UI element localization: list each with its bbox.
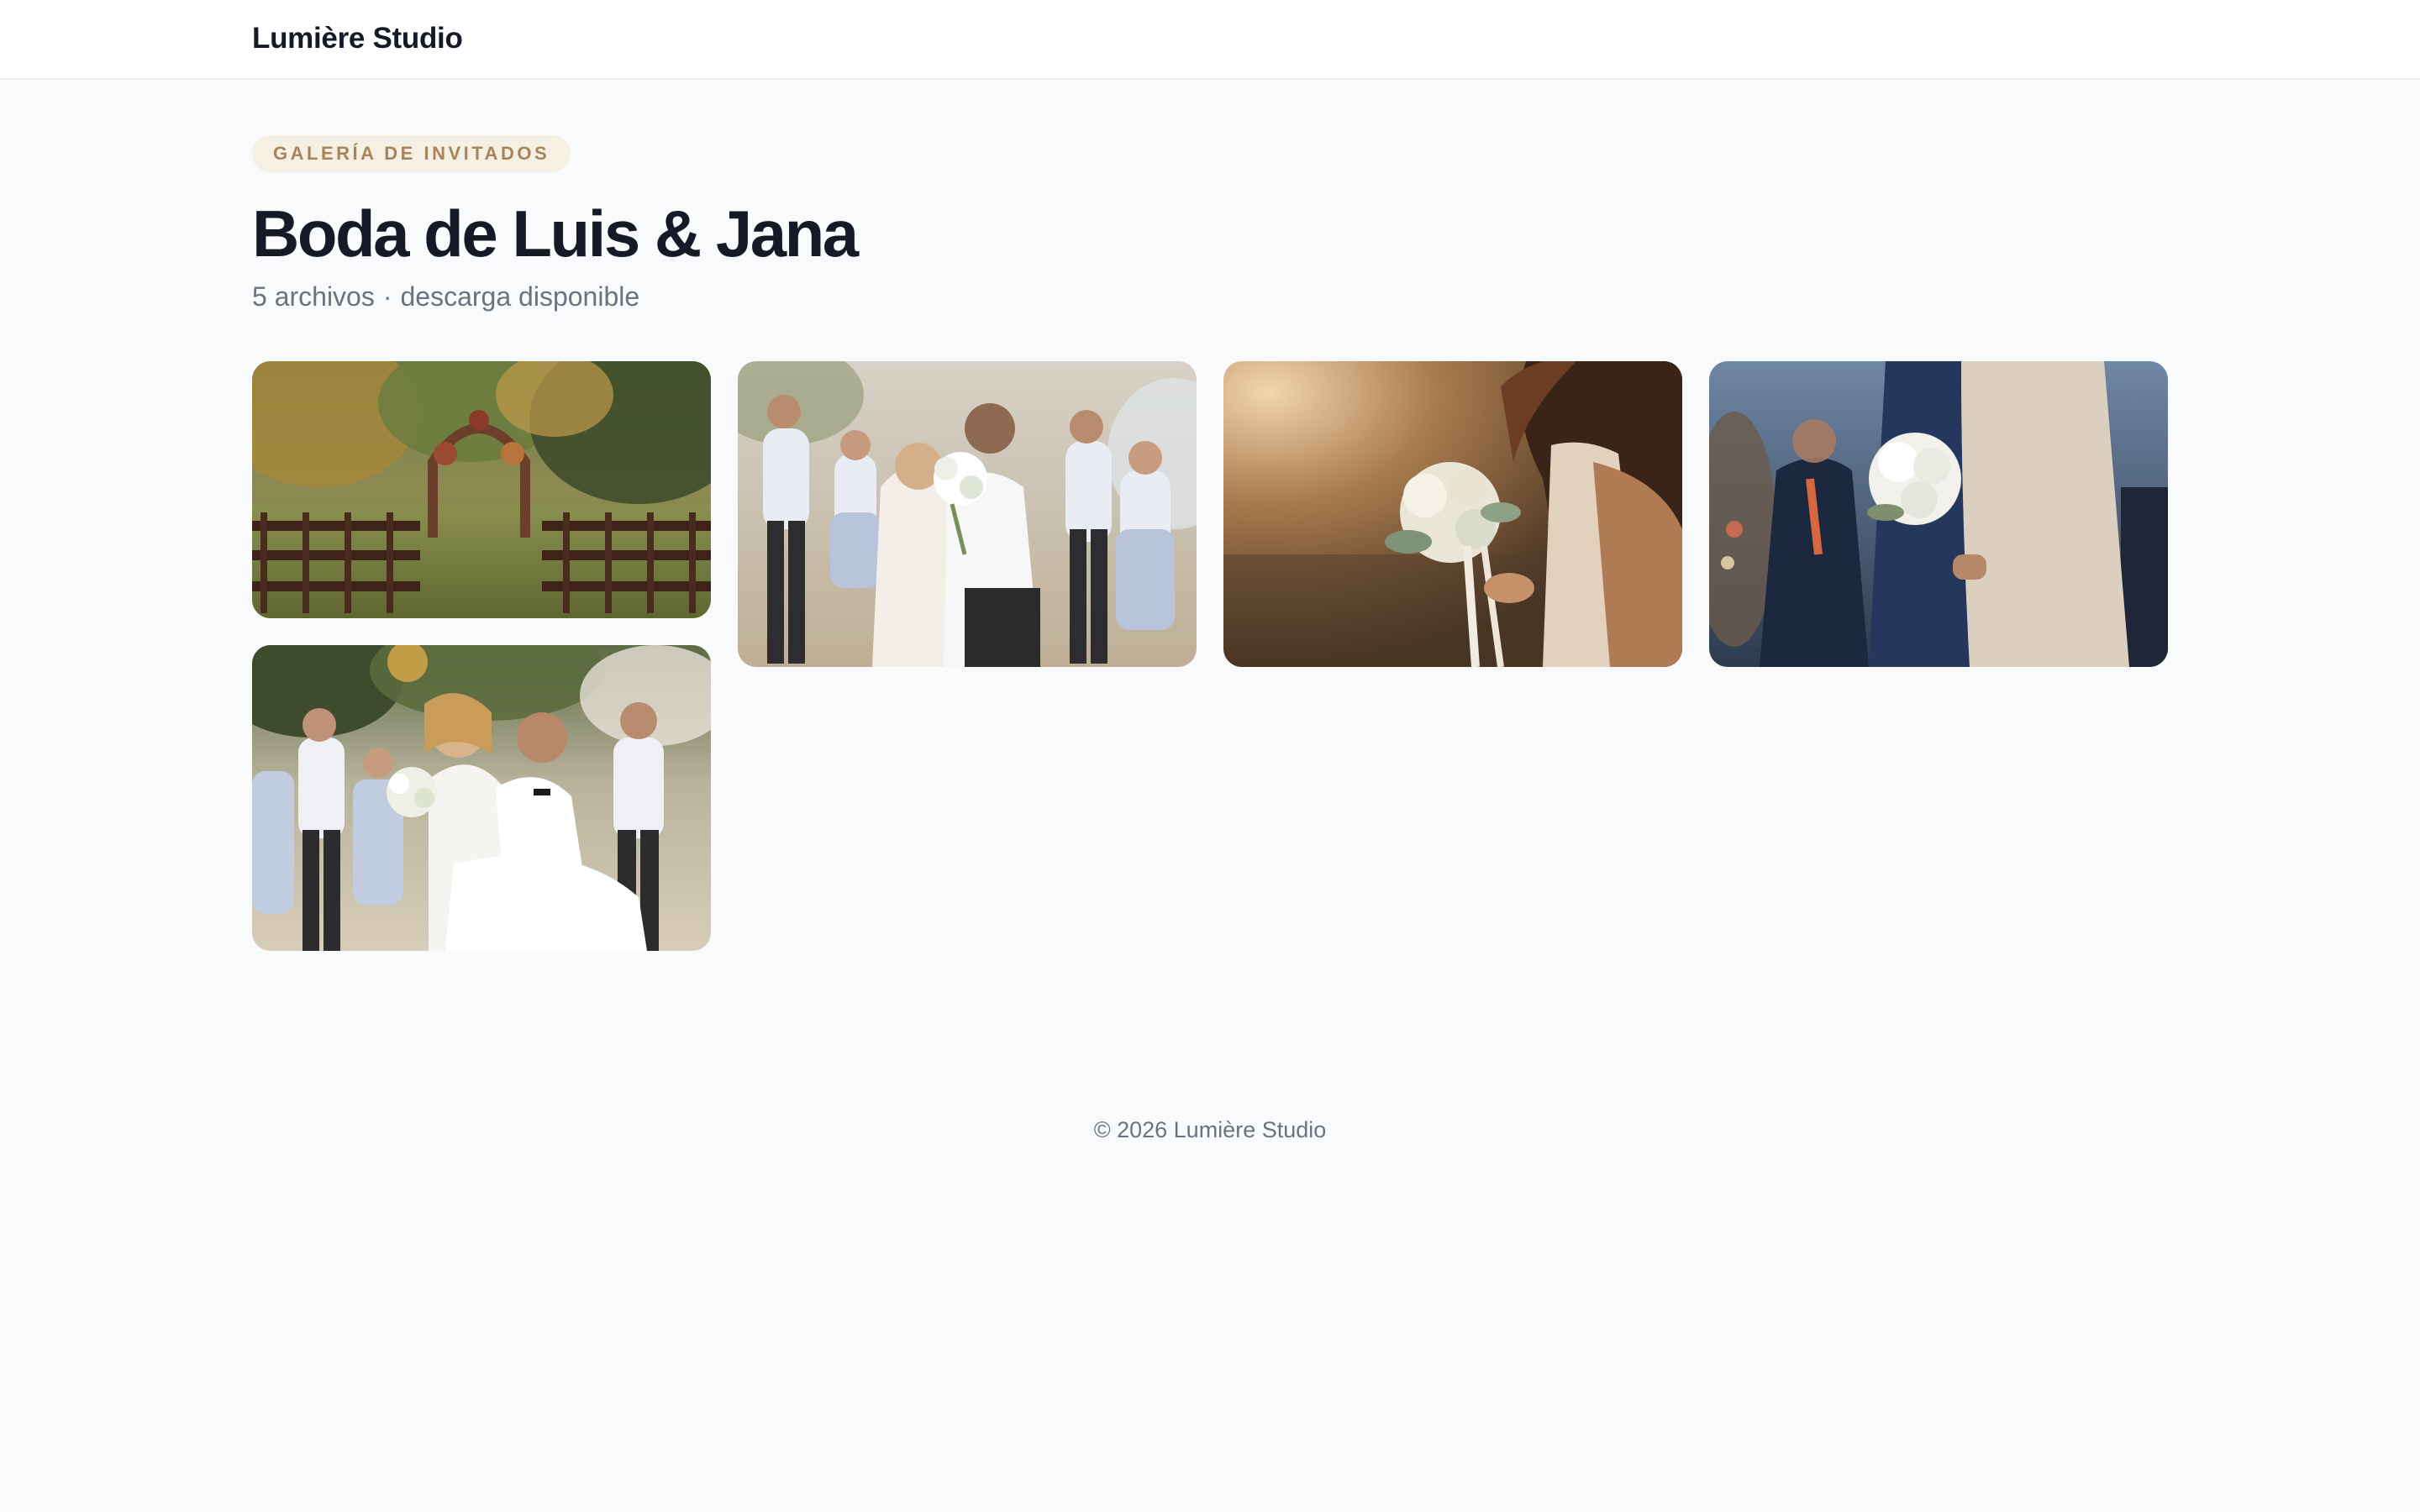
footer-copyright: © 2026 Lumière Studio	[1093, 1117, 1327, 1142]
meta-separator: ·	[382, 281, 392, 312]
groom-carrying-bride-photo[interactable]	[252, 645, 711, 951]
file-count: 5 archivos	[252, 281, 375, 312]
download-status: descarga disponible	[400, 281, 640, 312]
bride-lace-dress-bouquet-photo[interactable]	[1709, 361, 2168, 667]
page-title: Boda de Luis & Jana	[252, 197, 859, 270]
couple-kiss-with-guests-photo[interactable]	[738, 361, 1197, 667]
gallery-meta: 5 archivos · descarga disponible	[252, 281, 639, 312]
brand-logo[interactable]: Lumière Studio	[252, 22, 463, 55]
ceremony-arch-photo[interactable]	[252, 361, 711, 618]
bride-bouquet-sunset-photo[interactable]	[1223, 361, 1682, 667]
gallery-badge: GALERÍA DE INVITADOS	[252, 135, 571, 172]
top-bar: Lumière Studio	[0, 0, 2420, 80]
